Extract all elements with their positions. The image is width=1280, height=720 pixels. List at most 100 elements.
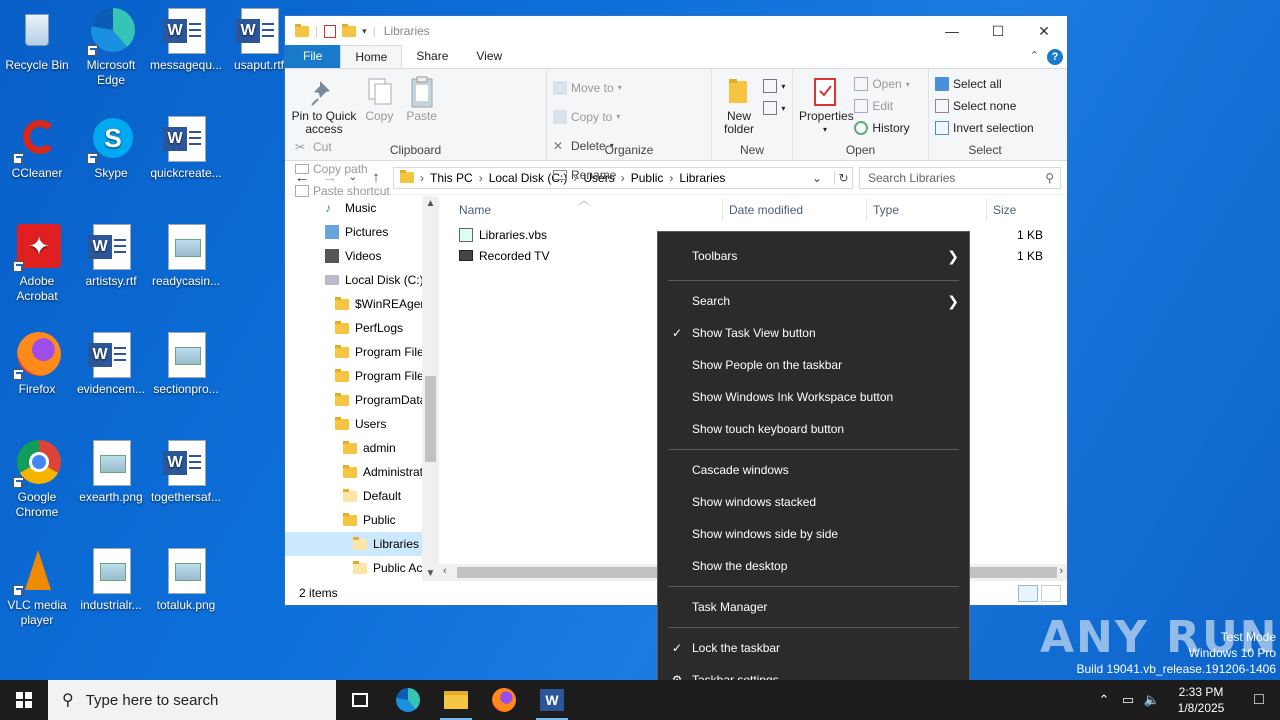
desktop-icon-skype[interactable]: S Skype	[74, 116, 148, 181]
menu-item-show-ink-workspace[interactable]: Show Windows Ink Workspace button	[658, 381, 969, 413]
scroll-up-icon[interactable]: ▲	[422, 198, 439, 209]
desktop-icon-vlc[interactable]: VLC media player	[0, 548, 74, 628]
volume-icon[interactable]: 🔈	[1140, 692, 1164, 708]
show-hidden-icons-icon[interactable]: ⌃	[1092, 692, 1116, 708]
menu-item-windows-stacked[interactable]: Show windows stacked	[658, 486, 969, 518]
nav-item-winreagent[interactable]: $WinREAgent	[285, 292, 439, 316]
desktop-icon-industrialr[interactable]: industrialr...	[74, 548, 148, 613]
nav-item-music[interactable]: ♪ Music	[285, 196, 439, 220]
taskbar-edge-button[interactable]	[384, 680, 432, 720]
column-size[interactable]: Size	[987, 199, 1067, 221]
properties-button[interactable]: Properties ▾	[799, 73, 854, 136]
edit-button[interactable]: Edit	[854, 95, 909, 117]
task-view-button[interactable]	[336, 680, 384, 720]
nav-item-public-account[interactable]: Public Acc	[285, 556, 439, 580]
new-folder-icon[interactable]	[342, 23, 357, 37]
nav-item-program-files[interactable]: Program Files	[285, 340, 439, 364]
invert-selection-button[interactable]: Invert selection	[935, 117, 1035, 139]
desktop-icon-recycle-bin[interactable]: Recycle Bin	[0, 8, 74, 73]
menu-item-lock-taskbar[interactable]: ✓ Lock the taskbar	[658, 632, 969, 664]
nav-item-users[interactable]: Users	[285, 412, 439, 436]
large-icons-view-icon[interactable]	[1041, 585, 1061, 602]
search-input[interactable]: Search Libraries ⚲	[859, 166, 1061, 189]
tab-share[interactable]: Share	[402, 45, 462, 68]
nav-item-local-disk[interactable]: Local Disk (C:)	[285, 268, 439, 292]
start-button[interactable]	[0, 680, 48, 720]
column-type[interactable]: Type	[867, 199, 987, 221]
history-button[interactable]: History	[854, 117, 910, 139]
menu-item-cascade-windows[interactable]: Cascade windows	[658, 454, 969, 486]
properties-icon[interactable]	[324, 24, 337, 38]
nav-item-administrator[interactable]: Administrat	[285, 460, 439, 484]
new-item-button[interactable]: ▾	[763, 75, 785, 97]
nav-item-default[interactable]: Default	[285, 484, 439, 508]
menu-item-show-desktop[interactable]: Show the desktop	[658, 550, 969, 582]
scroll-right-icon[interactable]: ›	[1059, 565, 1063, 577]
tab-view[interactable]: View	[462, 45, 516, 68]
nav-item-pictures[interactable]: Pictures	[285, 220, 439, 244]
collapse-ribbon-icon[interactable]: ⌃	[1030, 49, 1039, 62]
taskbar-file-explorer-button[interactable]	[432, 680, 480, 720]
rename-button[interactable]: Rename	[553, 160, 625, 189]
taskbar-firefox-button[interactable]	[480, 680, 528, 720]
breadcrumb-public[interactable]: Public	[631, 171, 664, 185]
menu-item-show-task-view[interactable]: ✓ Show Task View button	[658, 317, 969, 349]
desktop-icon-google-chrome[interactable]: Google Chrome	[0, 440, 74, 520]
nav-scrollbar[interactable]: ▲ ▼	[422, 196, 439, 581]
desktop-icon-readycasin[interactable]: readycasin...	[149, 224, 223, 289]
menu-item-show-touch-keyboard[interactable]: Show touch keyboard button	[658, 413, 969, 445]
clock[interactable]: 2:33 PM 1/8/2025	[1164, 684, 1238, 716]
copy-button[interactable]: Copy	[360, 73, 398, 123]
copy-to-button[interactable]: Copy to ▾	[553, 102, 633, 131]
details-view-icon[interactable]	[1018, 585, 1038, 602]
menu-item-task-manager[interactable]: Task Manager	[658, 591, 969, 623]
scroll-down-icon[interactable]: ▼	[422, 568, 439, 579]
menu-item-windows-side-by-side[interactable]: Show windows side by side	[658, 518, 969, 550]
desktop-icon-togethersaf[interactable]: W togethersaf...	[149, 440, 223, 505]
nav-item-program-files-x86[interactable]: Program Files	[285, 364, 439, 388]
open-button[interactable]: Open ▾	[854, 73, 910, 95]
copy-path-button[interactable]: Copy path	[295, 158, 390, 180]
paste-button[interactable]: Paste	[402, 73, 442, 123]
desktop-icon-microsoft-edge[interactable]: Microsoft Edge	[74, 8, 148, 88]
taskbar-word-button[interactable]: W	[528, 680, 576, 720]
scroll-thumb[interactable]	[425, 376, 436, 462]
close-button[interactable]: ✕	[1021, 16, 1067, 46]
taskbar[interactable]: ⚲ Type here to search W ⌃ ▭ 🔈 2:33 PM 1/…	[0, 680, 1280, 720]
address-dropdown-icon[interactable]: ⌄	[812, 171, 828, 185]
nav-item-perflogs[interactable]: PerfLogs	[285, 316, 439, 340]
breadcrumb-this-pc[interactable]: This PC	[430, 171, 473, 185]
scroll-left-icon[interactable]: ‹	[443, 565, 447, 577]
breadcrumb-libraries[interactable]: Libraries	[679, 171, 725, 185]
nav-item-libraries[interactable]: Libraries	[285, 532, 439, 556]
pin-to-quick-access-button[interactable]: Pin to Quick access	[291, 73, 357, 136]
tab-file[interactable]: File	[285, 45, 341, 68]
menu-item-show-people[interactable]: Show People on the taskbar	[658, 349, 969, 381]
help-icon[interactable]: ?	[1047, 49, 1063, 65]
nav-item-programdata[interactable]: ProgramData	[285, 388, 439, 412]
taskbar-search-box[interactable]: ⚲ Type here to search	[48, 680, 336, 720]
desktop-icon-totaluk[interactable]: totaluk.png	[149, 548, 223, 613]
nav-item-videos[interactable]: Videos	[285, 244, 439, 268]
desktop-icon-evidencem[interactable]: W evidencem...	[74, 332, 148, 397]
tab-home[interactable]: Home	[340, 45, 403, 68]
nav-item-public[interactable]: Public	[285, 508, 439, 532]
desktop-icon-exearth[interactable]: exearth.png	[74, 440, 148, 505]
customize-toolbar-icon[interactable]: ▾	[362, 26, 367, 37]
maximize-button[interactable]: ☐	[975, 16, 1021, 46]
title-bar[interactable]: | ▾ | Libraries — ☐ ✕	[285, 16, 1067, 46]
desktop-icon-sectionpro[interactable]: sectionpro...	[149, 332, 223, 397]
navigation-pane[interactable]: ♪ Music Pictures Videos Local Disk (C:) $…	[285, 196, 439, 581]
action-center-icon[interactable]: □	[1238, 691, 1280, 709]
desktop-icon-ccleaner[interactable]: CCleaner	[0, 116, 74, 181]
minimize-button[interactable]: —	[929, 16, 975, 46]
desktop-icon-adobe-acrobat[interactable]: ✦ Adobe Acrobat	[0, 224, 74, 304]
desktop-icon-quickcreate[interactable]: W quickcreate...	[149, 116, 223, 181]
nav-item-admin[interactable]: admin	[285, 436, 439, 460]
menu-item-search[interactable]: Search ❯	[658, 285, 969, 317]
move-to-button[interactable]: Move to ▾	[553, 73, 633, 102]
new-folder-button[interactable]: New folder	[718, 73, 760, 136]
desktop-icon-messagequ[interactable]: W messagequ...	[149, 8, 223, 73]
desktop-icon-firefox[interactable]: Firefox	[0, 332, 74, 397]
column-date-modified[interactable]: Date modified	[723, 199, 867, 221]
